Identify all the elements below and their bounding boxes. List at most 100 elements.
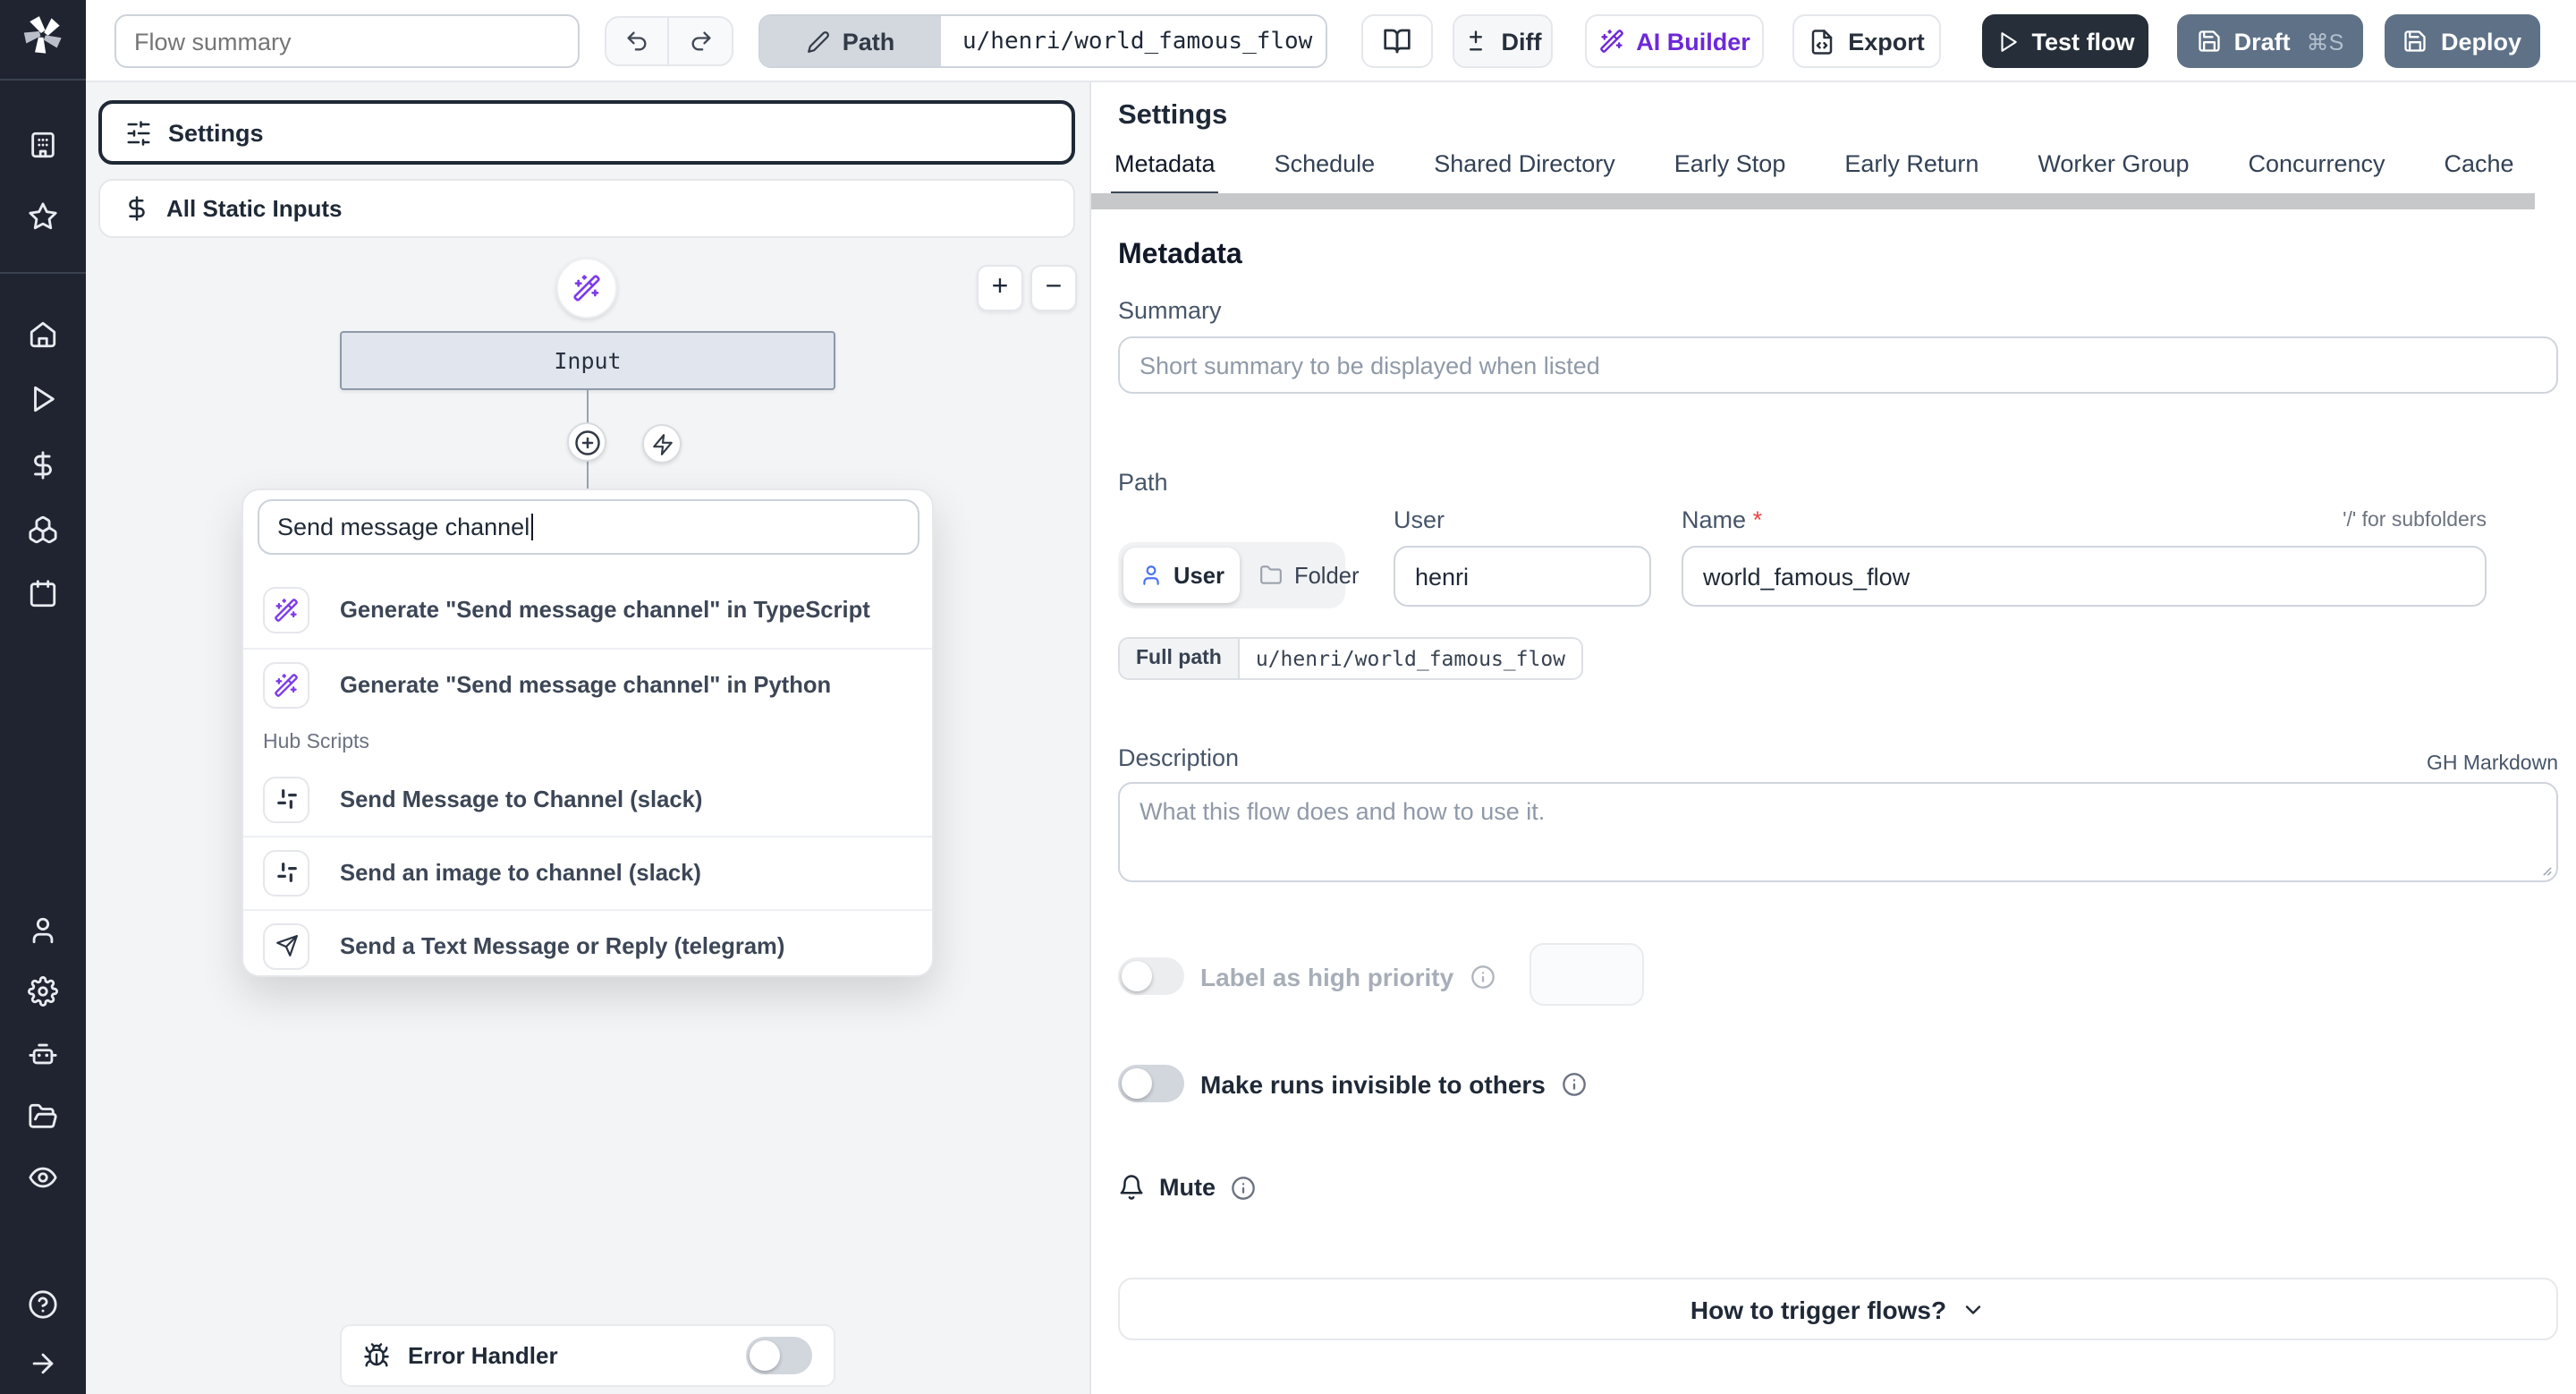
tab-metadata[interactable]: Metadata bbox=[1111, 150, 1219, 197]
undo-button[interactable] bbox=[606, 18, 669, 64]
full-path-value: u/henri/world_famous_flow bbox=[1239, 639, 1582, 678]
tab-schedule[interactable]: Schedule bbox=[1271, 150, 1379, 197]
tab-concurrency[interactable]: Concurrency bbox=[2244, 150, 2388, 197]
sidebar-item-runs[interactable] bbox=[28, 384, 58, 414]
list-item-label: Generate "Send message channel" in TypeS… bbox=[340, 596, 870, 623]
owner-user-option[interactable]: User bbox=[1123, 548, 1241, 603]
error-handler-node[interactable]: Error Handler bbox=[340, 1324, 835, 1387]
name-input[interactable] bbox=[1682, 546, 2487, 607]
info-icon[interactable] bbox=[1562, 1071, 1587, 1096]
sidebar-item-help[interactable] bbox=[28, 1289, 58, 1320]
tab-early-return[interactable]: Early Return bbox=[1841, 150, 1982, 197]
step-search-value: Send message channel bbox=[277, 514, 530, 540]
canvas-zoom-in-button[interactable]: + bbox=[977, 265, 1023, 311]
calendar-icon bbox=[30, 580, 56, 608]
deploy-button[interactable]: Deploy bbox=[2385, 14, 2540, 68]
all-static-inputs-button[interactable]: All Static Inputs bbox=[98, 179, 1075, 238]
ai-generate-typescript-item[interactable]: Generate "Send message channel" in TypeS… bbox=[243, 573, 932, 646]
add-step-button[interactable] bbox=[567, 422, 606, 462]
save-icon bbox=[2405, 30, 2427, 52]
mute-row: Mute bbox=[1118, 1174, 1255, 1201]
invisible-runs-row: Make runs invisible to others bbox=[1118, 1065, 1587, 1102]
undo-redo-group bbox=[605, 16, 733, 66]
how-to-trigger-flows-button[interactable]: How to trigger flows? bbox=[1118, 1278, 2558, 1340]
eye-icon bbox=[29, 1167, 57, 1188]
zoom-out-label: − bbox=[1045, 272, 1063, 302]
summary-label: Summary bbox=[1118, 297, 1222, 324]
flow-summary-input[interactable] bbox=[114, 14, 580, 68]
error-handler-toggle[interactable] bbox=[746, 1337, 812, 1374]
description-field-wrap bbox=[1118, 782, 2558, 882]
tab-cache[interactable]: Cache bbox=[2441, 150, 2518, 197]
metadata-section-title: Metadata bbox=[1118, 240, 1242, 270]
required-asterisk: * bbox=[1752, 506, 1763, 533]
wand-sparkles-icon bbox=[573, 275, 600, 302]
path-edit-segment[interactable]: Path bbox=[760, 16, 941, 66]
export-label: Export bbox=[1848, 28, 1925, 55]
save-icon bbox=[2198, 30, 2220, 52]
sidebar-item-schedules[interactable] bbox=[28, 579, 58, 609]
sidebar bbox=[0, 0, 86, 1394]
info-icon[interactable] bbox=[1470, 964, 1495, 989]
owner-kind-toggle: User Folder bbox=[1118, 542, 1360, 608]
sidebar-item-variables[interactable] bbox=[28, 450, 58, 480]
sidebar-item-expand[interactable] bbox=[28, 1348, 58, 1379]
sidebar-item-home[interactable] bbox=[28, 319, 58, 350]
flow-settings-button[interactable]: Settings bbox=[98, 100, 1075, 165]
invisible-runs-toggle[interactable] bbox=[1118, 1065, 1184, 1102]
owner-folder-option[interactable]: Folder bbox=[1244, 548, 1376, 603]
sidebar-item-workspace[interactable] bbox=[28, 130, 58, 160]
sidebar-item-favorites[interactable] bbox=[28, 201, 58, 232]
flow-input-node[interactable]: Input bbox=[340, 331, 835, 390]
sidebar-item-workers[interactable] bbox=[28, 1039, 58, 1069]
priority-value-input[interactable] bbox=[1530, 943, 1644, 1006]
sidebar-item-resources[interactable] bbox=[28, 514, 58, 545]
info-icon[interactable] bbox=[1230, 1175, 1255, 1200]
tab-worker-group[interactable]: Worker Group bbox=[2034, 150, 2192, 197]
user-field-label: User bbox=[1394, 506, 1445, 533]
canvas-zoom-out-button[interactable]: − bbox=[1030, 265, 1077, 311]
export-button[interactable]: Export bbox=[1792, 14, 1941, 68]
dollar-icon bbox=[34, 451, 52, 480]
hub-script-telegram-item[interactable]: Send a Text Message or Reply (telegram) bbox=[243, 909, 932, 982]
resize-grip-icon[interactable] bbox=[2537, 861, 2553, 877]
list-item-label: Send a Text Message or Reply (telegram) bbox=[340, 932, 785, 959]
summary-input[interactable] bbox=[1118, 336, 2558, 394]
test-flow-button[interactable]: Test flow bbox=[1982, 14, 2148, 68]
text-cursor bbox=[531, 514, 534, 540]
folder-open-icon bbox=[29, 1103, 57, 1128]
ai-flow-builder-node[interactable] bbox=[556, 258, 617, 319]
gear-icon bbox=[28, 976, 58, 1007]
add-trigger-button[interactable] bbox=[642, 424, 682, 463]
flow-editor-panel: Settings All Static Inputs Input + − Sen… bbox=[86, 82, 1091, 1394]
help-circle-icon bbox=[29, 1290, 57, 1319]
markdown-hint: GH Markdown bbox=[2427, 753, 2558, 775]
hub-script-slack-image-item[interactable]: Send an image to channel (slack) bbox=[243, 836, 932, 909]
tab-early-stop[interactable]: Early Stop bbox=[1671, 150, 1790, 197]
redo-button[interactable] bbox=[669, 18, 732, 64]
sidebar-item-settings[interactable] bbox=[28, 976, 58, 1007]
sidebar-item-audit-logs[interactable] bbox=[28, 1162, 58, 1193]
chevron-down-icon bbox=[1965, 1305, 1981, 1313]
high-priority-toggle[interactable] bbox=[1118, 957, 1184, 995]
sidebar-divider bbox=[0, 272, 86, 274]
diff-button[interactable]: Diff bbox=[1453, 14, 1553, 68]
path-control[interactable]: Path u/henri/world_famous_flow bbox=[758, 14, 1327, 68]
user-input[interactable] bbox=[1394, 546, 1651, 607]
step-search-input[interactable]: Send message channel bbox=[258, 499, 919, 555]
description-textarea[interactable] bbox=[1118, 782, 2558, 882]
subfolder-hint: '/' for subfolders bbox=[2343, 510, 2487, 531]
ai-builder-button[interactable]: AI Builder bbox=[1585, 14, 1764, 68]
hub-script-slack-message-item[interactable]: Send Message to Channel (slack) bbox=[243, 762, 932, 836]
tabs-scrollbar[interactable] bbox=[1091, 193, 2535, 209]
save-draft-button[interactable]: Draft ⌘S bbox=[2177, 14, 2363, 68]
tab-shared-directory[interactable]: Shared Directory bbox=[1430, 150, 1619, 197]
step-picker-dropdown: Send message channel Generate "Send mess… bbox=[242, 489, 934, 977]
sidebar-item-folders[interactable] bbox=[28, 1101, 58, 1132]
ai-generate-python-item[interactable]: Generate "Send message channel" in Pytho… bbox=[243, 648, 932, 721]
full-path-label: Full path bbox=[1120, 639, 1240, 678]
windmill-logo-icon[interactable] bbox=[20, 12, 66, 67]
docs-button[interactable] bbox=[1361, 14, 1433, 68]
user-icon bbox=[32, 917, 54, 944]
sidebar-item-users[interactable] bbox=[28, 915, 58, 946]
